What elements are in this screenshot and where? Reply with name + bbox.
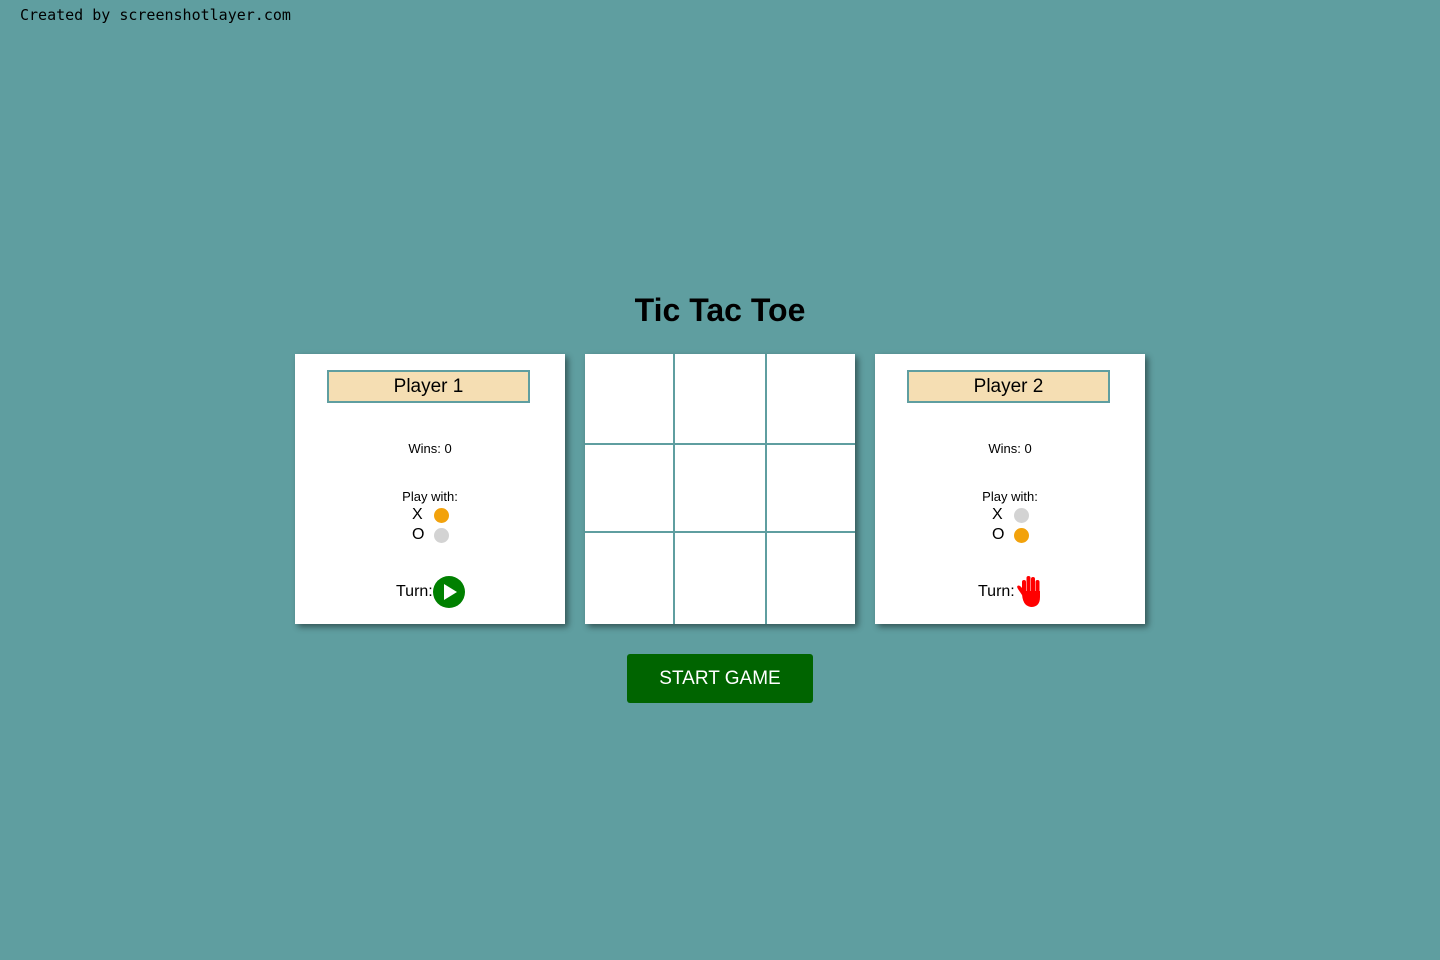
player-2-wins: Wins: 0 xyxy=(988,441,1032,456)
player-1-play-with-label: Play with: xyxy=(402,489,458,504)
option-x-label: X xyxy=(412,506,423,523)
stop-hand-icon xyxy=(1016,576,1040,607)
player-2-o-radio[interactable] xyxy=(1014,527,1029,543)
board-cell-3[interactable] xyxy=(766,354,855,444)
board-cell-1[interactable] xyxy=(585,354,674,444)
player-2-turn-label: Turn: xyxy=(978,583,1015,600)
board-cell-2[interactable] xyxy=(674,354,766,444)
player-2-option-o[interactable]: O xyxy=(992,526,1029,544)
player-1-turn-indicator: Turn: xyxy=(396,576,465,608)
board-cell-6[interactable] xyxy=(766,444,855,532)
player-2-option-x[interactable]: X xyxy=(992,506,1029,524)
board-grid-line xyxy=(673,354,675,624)
option-x-label: X xyxy=(992,506,1003,523)
player-1-o-radio[interactable] xyxy=(434,527,449,543)
board-grid-line xyxy=(585,531,855,533)
board-cell-4[interactable] xyxy=(585,444,674,532)
board-cell-8[interactable] xyxy=(674,532,766,624)
player-2-name-input[interactable] xyxy=(907,370,1110,403)
board-cell-7[interactable] xyxy=(585,532,674,624)
board-cell-9[interactable] xyxy=(766,532,855,624)
player-1-name-input[interactable] xyxy=(327,370,530,403)
board-cell-5[interactable] xyxy=(674,444,766,532)
credit-text: Created by screenshotlayer.com xyxy=(20,6,291,24)
start-game-button[interactable]: START GAME xyxy=(627,654,813,703)
player-2-panel: Wins: 0 Play with: X O Turn: xyxy=(875,354,1145,624)
player-2-x-radio[interactable] xyxy=(1014,507,1029,523)
player-2-turn-indicator: Turn: xyxy=(978,576,1045,608)
player-1-panel: Wins: 0 Play with: X O Turn: xyxy=(295,354,565,624)
option-o-label: O xyxy=(992,526,1005,543)
option-o-label: O xyxy=(412,526,425,543)
game-board xyxy=(585,354,855,624)
player-1-turn-label: Turn: xyxy=(396,583,433,600)
player-1-option-x[interactable]: X xyxy=(412,506,449,524)
play-circle-icon xyxy=(432,576,465,608)
player-1-option-o[interactable]: O xyxy=(412,526,449,544)
player-2-play-with-label: Play with: xyxy=(982,489,1038,504)
page-title: Tic Tac Toe xyxy=(634,292,806,328)
player-1-wins: Wins: 0 xyxy=(408,441,452,456)
board-grid-line xyxy=(765,354,767,624)
board-grid-line xyxy=(585,443,855,445)
player-1-x-radio[interactable] xyxy=(434,507,449,523)
